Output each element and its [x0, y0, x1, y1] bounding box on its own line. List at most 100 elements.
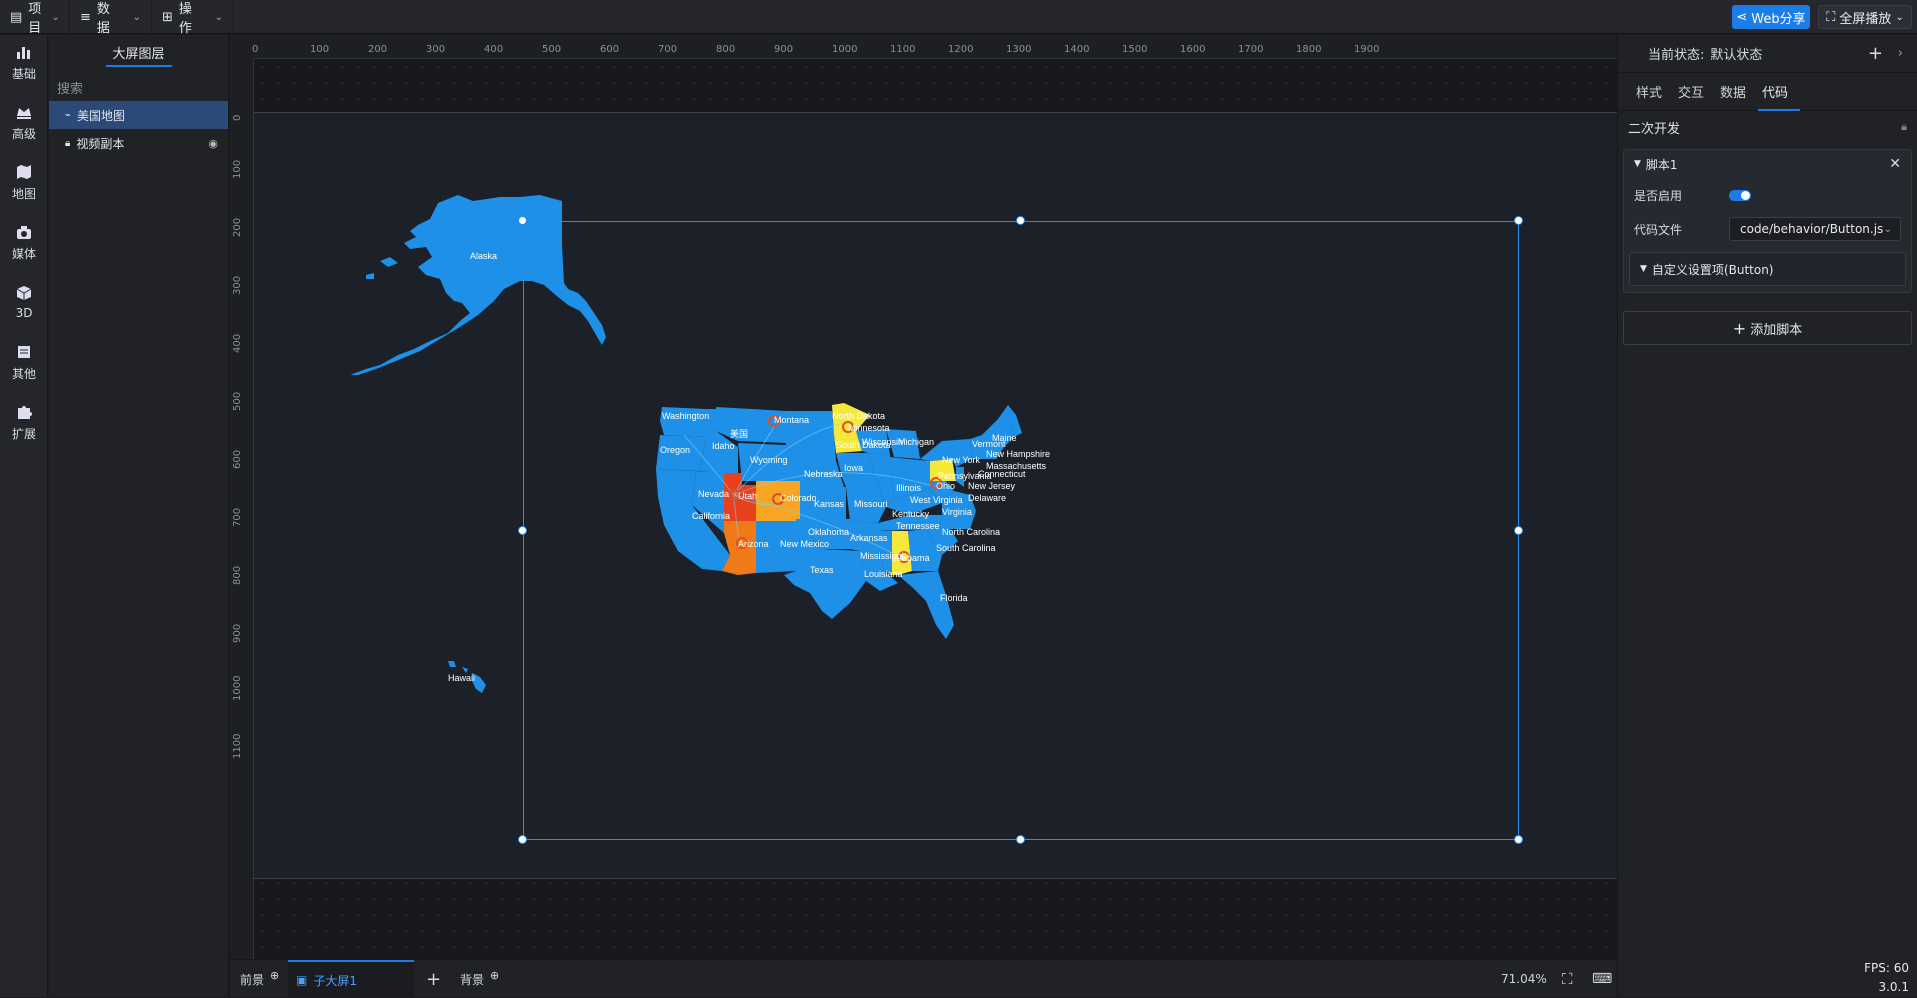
- media-icon: [17, 225, 31, 239]
- tab-foreground[interactable]: 前景 ⊕: [240, 960, 279, 998]
- resize-handle-e[interactable]: [1514, 526, 1523, 535]
- fullscreen-icon: ⛶: [1826, 9, 1836, 25]
- custom-settings-group[interactable]: ▼ 自定义设置项(Button): [1629, 252, 1906, 286]
- menu-project[interactable]: ▤ 项目 ⌄: [0, 0, 70, 36]
- code-file-label: 代码文件: [1634, 222, 1683, 237]
- section-title: 二次开发: [1628, 121, 1681, 137]
- category-basic-label: 基础: [11, 66, 36, 81]
- chevron-right-icon[interactable]: ›: [1898, 46, 1903, 61]
- menu-operation-label: 操作: [178, 2, 192, 36]
- add-state-icon[interactable]: +: [1868, 43, 1883, 64]
- database-icon: ≡: [80, 9, 91, 25]
- caret-down-icon: ▼: [1640, 264, 1647, 274]
- bar-chart-icon: [17, 46, 30, 59]
- fps-counter: FPS: 60: [1864, 961, 1909, 975]
- add-script-label: 添加脚本: [1750, 322, 1803, 338]
- zoom-level[interactable]: 71.04%: [1501, 972, 1547, 986]
- category-other[interactable]: 其他: [0, 335, 48, 389]
- web-share-button[interactable]: ⋖ Web分享: [1732, 5, 1810, 29]
- layer-search-input[interactable]: 搜索: [49, 73, 228, 101]
- tab-sub-screen-1[interactable]: ▣ 子大屏1: [288, 960, 414, 998]
- state-label: 当前状态:: [1648, 48, 1705, 63]
- top-bar: ▤ 项目 ⌄ ≡ 数据 ⌄ ⊞ 操作 ⌄ ⋖ Web分享 ⛶ 全屏播放 ⌄: [0, 0, 1917, 36]
- resize-handle-se[interactable]: [1514, 835, 1523, 844]
- chevron-down-icon: ⌄: [51, 11, 60, 23]
- enable-toggle[interactable]: [1729, 189, 1751, 201]
- file-icon: ▤: [10, 9, 23, 25]
- category-media-label: 媒体: [11, 246, 36, 261]
- fullscreen-play-button[interactable]: ⛶ 全屏播放 ⌄: [1818, 5, 1912, 29]
- script-card: ▼ 脚本1 ✕ 是否启用 代码文件 code/behavior/Button.j…: [1623, 149, 1912, 293]
- selection-box[interactable]: [523, 221, 1519, 840]
- enable-row: 是否启用: [1624, 178, 1911, 212]
- map-layer-icon: ⌁: [65, 109, 72, 121]
- category-advanced[interactable]: 高级: [0, 95, 48, 149]
- resize-handle-n[interactable]: [1016, 216, 1025, 225]
- menu-data[interactable]: ≡ 数据 ⌄: [70, 0, 152, 36]
- tab-interaction[interactable]: 交互: [1678, 73, 1704, 111]
- category-map[interactable]: 地图: [0, 155, 48, 209]
- fit-screen-icon[interactable]: ⛶: [1562, 960, 1573, 998]
- component-category-bar: 基础 高级 地图 媒体 3D 其他 扩展: [0, 35, 48, 997]
- keyboard-icon[interactable]: ⌨: [1592, 960, 1612, 998]
- puzzle-icon: [18, 405, 32, 419]
- chevron-down-icon: ⌄: [214, 11, 223, 23]
- design-canvas[interactable]: 0 100 200 300 400 500 600 700 800 900 1000 1100 1200…: [230, 35, 1617, 959]
- lock-icon[interactable]: 🔒︎: [1901, 120, 1907, 134]
- alaska-island: [380, 257, 398, 267]
- close-icon[interactable]: ✕: [1889, 156, 1901, 172]
- tab-style[interactable]: 样式: [1636, 73, 1662, 111]
- menu-data-label: 数据: [96, 2, 110, 36]
- resize-handle-w[interactable]: [518, 526, 527, 535]
- script-header[interactable]: ▼ 脚本1 ✕: [1624, 150, 1911, 178]
- code-file-select[interactable]: code/behavior/Button.js ⌄: [1729, 217, 1901, 241]
- layer-item-us-map[interactable]: ⌁ 美国地图: [49, 101, 228, 129]
- state-value[interactable]: 默认状态: [1710, 44, 1762, 63]
- code-file-row: 代码文件 code/behavior/Button.js ⌄: [1624, 212, 1911, 246]
- category-basic[interactable]: 基础: [0, 35, 48, 89]
- chevron-down-icon: ⌄: [1895, 11, 1904, 23]
- tab-data[interactable]: 数据: [1720, 73, 1746, 111]
- tab-code[interactable]: 代码: [1758, 73, 1801, 111]
- fullscreen-label: 全屏播放: [1839, 11, 1892, 27]
- crown-icon: [17, 107, 31, 119]
- resize-handle-nw[interactable]: [518, 216, 527, 225]
- category-3d[interactable]: 3D: [0, 275, 48, 329]
- menu-project-label: 项目: [28, 2, 42, 36]
- custom-settings-label: 自定义设置项(Button): [1651, 262, 1774, 277]
- category-media[interactable]: 媒体: [0, 215, 48, 269]
- plus-icon: +: [1732, 318, 1747, 338]
- eye-hidden-icon[interactable]: ◉: [208, 137, 218, 150]
- layer-item-label: 视频副本: [76, 136, 125, 151]
- section-secondary-dev: 二次开发 🔒︎: [1618, 111, 1917, 143]
- layers-title: 大屏图层: [49, 35, 228, 69]
- chevron-down-icon: ⌄: [132, 11, 141, 23]
- add-screen-icon[interactable]: +: [426, 960, 441, 998]
- web-share-label: Web分享: [1751, 11, 1806, 27]
- tab-background[interactable]: 背景 ⊕: [460, 960, 499, 998]
- resize-handle-sw[interactable]: [518, 835, 527, 844]
- share-icon: ⋖: [1736, 9, 1748, 25]
- layer-item-label: 美国地图: [77, 108, 126, 123]
- menu-operation[interactable]: ⊞ 操作 ⌄: [152, 0, 234, 36]
- caret-down-icon: ▼: [1634, 159, 1641, 169]
- category-extension[interactable]: 扩展: [0, 395, 48, 449]
- add-circle-icon[interactable]: ⊕: [270, 969, 279, 982]
- resize-handle-s[interactable]: [1016, 835, 1025, 844]
- category-extension-label: 扩展: [11, 426, 36, 441]
- grid-icon: ⊞: [162, 9, 173, 25]
- category-other-label: 其他: [11, 366, 36, 381]
- add-circle-icon[interactable]: ⊕: [490, 969, 499, 982]
- enable-label: 是否启用: [1634, 188, 1683, 203]
- category-3d-label: 3D: [15, 306, 33, 320]
- properties-panel: 当前状态: 默认状态 + › 样式 交互 数据 代码 二次开发 🔒︎ ▼ 脚本1…: [1617, 35, 1917, 997]
- category-advanced-label: 高级: [11, 126, 36, 141]
- map-label: Alaska: [470, 251, 497, 261]
- screen-tabs-bar: 前景 ⊕ ▣ 子大屏1 + 背景 ⊕ 71.04% ⛶ ⌨: [230, 959, 1617, 998]
- add-script-button[interactable]: + 添加脚本: [1623, 311, 1912, 345]
- tab-background-label: 背景: [460, 972, 485, 987]
- tab-foreground-label: 前景: [240, 972, 265, 987]
- resize-handle-ne[interactable]: [1514, 216, 1523, 225]
- layers-panel: 大屏图层 搜索 ⌁ 美国地图 🔒︎ 视频副本 ◉: [49, 35, 229, 997]
- layer-item-video-copy[interactable]: 🔒︎ 视频副本 ◉: [49, 129, 228, 157]
